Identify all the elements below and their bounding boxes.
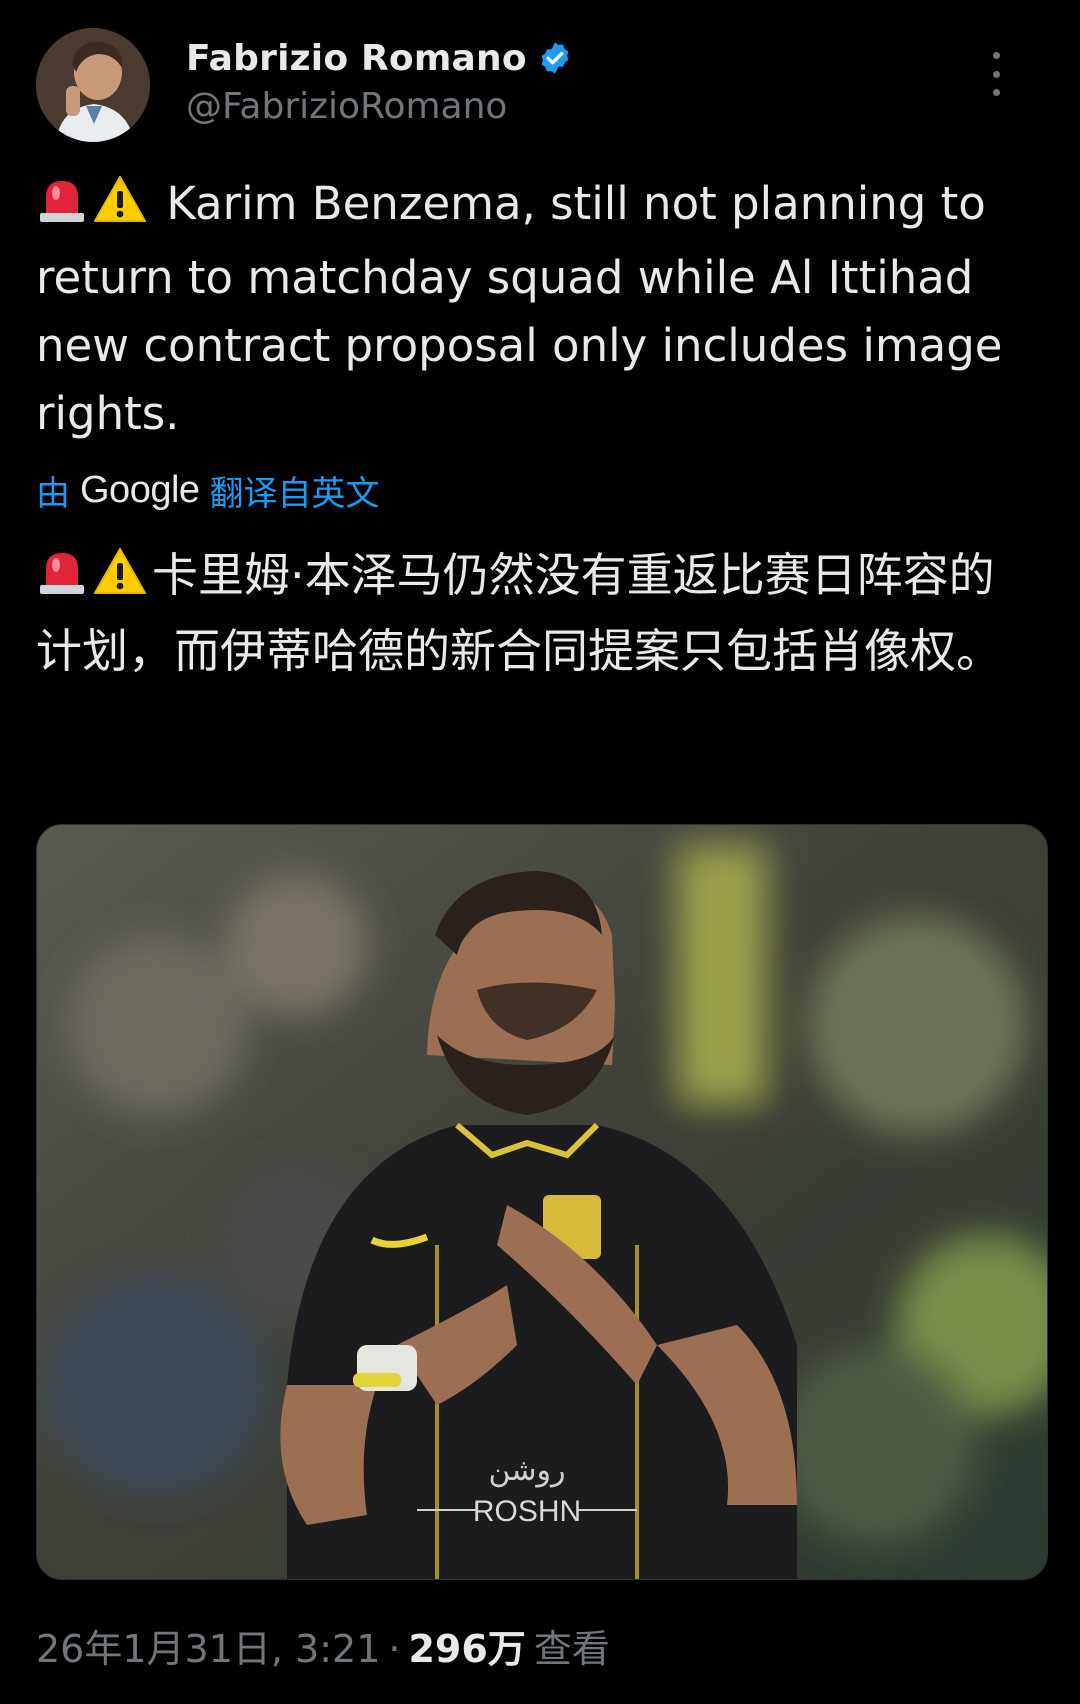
meta-separator: · [388, 1627, 401, 1671]
views-count: 296万 [408, 1627, 526, 1671]
rotating-light-icon [36, 173, 88, 244]
jersey-sponsor-latin: ROSHN [473, 1495, 581, 1528]
more-dot-icon [992, 70, 1000, 78]
warning-icon [92, 545, 148, 616]
avatar[interactable] [36, 28, 150, 142]
author-info[interactable]: Fabrizio Romano @FabrizioRomano [186, 32, 573, 127]
translation-attribution: 由 Google 翻译自英文 [36, 466, 380, 515]
tweet-media-image[interactable]: روشن ROSHN [36, 824, 1048, 1580]
translation-prefix: 由 [36, 474, 70, 514]
translated-body: 卡里姆·本泽马仍然没有重返比赛日阵容的计划，而伊蒂哈德的新合同提案只包括肖像权。 [36, 548, 1002, 678]
more-dot-icon [992, 52, 1000, 59]
verified-badge-icon [537, 40, 573, 76]
google-logo: Google [80, 469, 200, 511]
rotating-light-icon [36, 545, 88, 616]
views-label: 查看 [533, 1627, 610, 1671]
jersey-sponsor-arabic: روشن [489, 1453, 566, 1488]
author-display-name[interactable]: Fabrizio Romano [186, 38, 527, 79]
tweet-body: Karim Benzema, still not planning to ret… [36, 177, 1003, 440]
tweet-meta: 26年1月31日, 3:21 · 296万 查看 [36, 1618, 610, 1673]
more-options-button[interactable] [984, 52, 1008, 96]
translate-source-link[interactable]: 翻译自英文 [210, 466, 380, 515]
translated-tweet-text: 卡里姆·本泽马仍然没有重返比赛日阵容的计划，而伊蒂哈德的新合同提案只包括肖像权。 [36, 540, 1036, 686]
author-handle[interactable]: @FabrizioRomano [186, 86, 573, 127]
more-dot-icon [992, 89, 1000, 96]
tweet-text: Karim Benzema, still not planning to ret… [36, 170, 1044, 448]
tweet-timestamp[interactable]: 26年1月31日, 3:21 [36, 1618, 380, 1673]
tweet-header: Fabrizio Romano @FabrizioRomano [36, 28, 1044, 148]
warning-icon [92, 173, 148, 244]
